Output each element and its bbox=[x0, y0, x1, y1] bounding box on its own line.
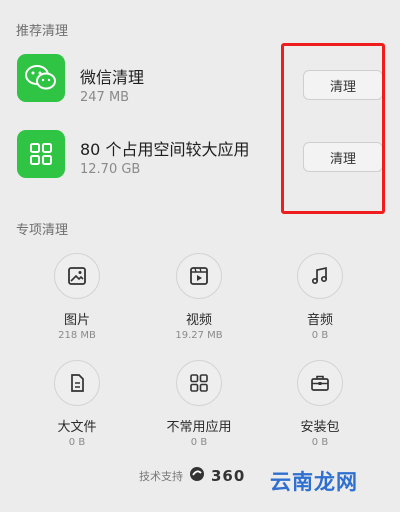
tool-unused-apps-size: 0 B bbox=[190, 437, 208, 448]
tool-large-files-size: 0 B bbox=[68, 437, 86, 448]
apps-icon bbox=[176, 360, 222, 406]
tool-audio-label: 音频 bbox=[306, 313, 333, 328]
wechat-clean-size: 247 MB bbox=[80, 90, 130, 105]
highlight-annotation-box bbox=[281, 43, 385, 214]
tool-videos-label: 视频 bbox=[185, 313, 212, 328]
tool-audio[interactable]: 音频 0 B bbox=[270, 253, 370, 341]
large-apps-title: 80 个占用空间较大应用 bbox=[80, 140, 250, 159]
tool-images-label: 图片 bbox=[63, 313, 90, 328]
tool-images-size: 218 MB bbox=[58, 330, 96, 341]
music-icon bbox=[297, 253, 343, 299]
image-icon bbox=[54, 253, 100, 299]
tool-videos[interactable]: 视频 19.27 MB bbox=[149, 253, 249, 341]
footer-brand: 360 bbox=[211, 466, 246, 485]
tool-videos-size: 19.27 MB bbox=[175, 330, 223, 341]
tool-unused-apps-label: 不常用应用 bbox=[166, 420, 232, 435]
apps-grid-icon bbox=[17, 130, 65, 178]
special-section-title: 专项清理 bbox=[16, 223, 69, 238]
footer-support-text: 技术支持 bbox=[139, 469, 183, 483]
brand-logo-icon bbox=[189, 466, 205, 485]
tool-audio-size: 0 B bbox=[311, 330, 329, 341]
tool-large-files-label: 大文件 bbox=[57, 420, 97, 435]
tool-install-packages-label: 安装包 bbox=[300, 420, 340, 435]
large-apps-size: 12.70 GB bbox=[80, 162, 141, 177]
tool-images[interactable]: 图片 218 MB bbox=[27, 253, 127, 341]
video-icon bbox=[176, 253, 222, 299]
tool-large-files[interactable]: 大文件 0 B bbox=[27, 360, 127, 448]
file-icon bbox=[54, 360, 100, 406]
footer-credit: 技术支持 360 bbox=[139, 466, 245, 485]
briefcase-icon bbox=[297, 360, 343, 406]
wechat-icon bbox=[17, 54, 65, 102]
recommended-section-title: 推荐清理 bbox=[16, 24, 69, 39]
watermark-text: 云南龙网 bbox=[270, 470, 358, 494]
wechat-clean-title: 微信清理 bbox=[80, 68, 145, 87]
tool-unused-apps[interactable]: 不常用应用 0 B bbox=[149, 360, 249, 448]
tool-install-packages-size: 0 B bbox=[311, 437, 329, 448]
tool-install-packages[interactable]: 安装包 0 B bbox=[270, 360, 370, 448]
